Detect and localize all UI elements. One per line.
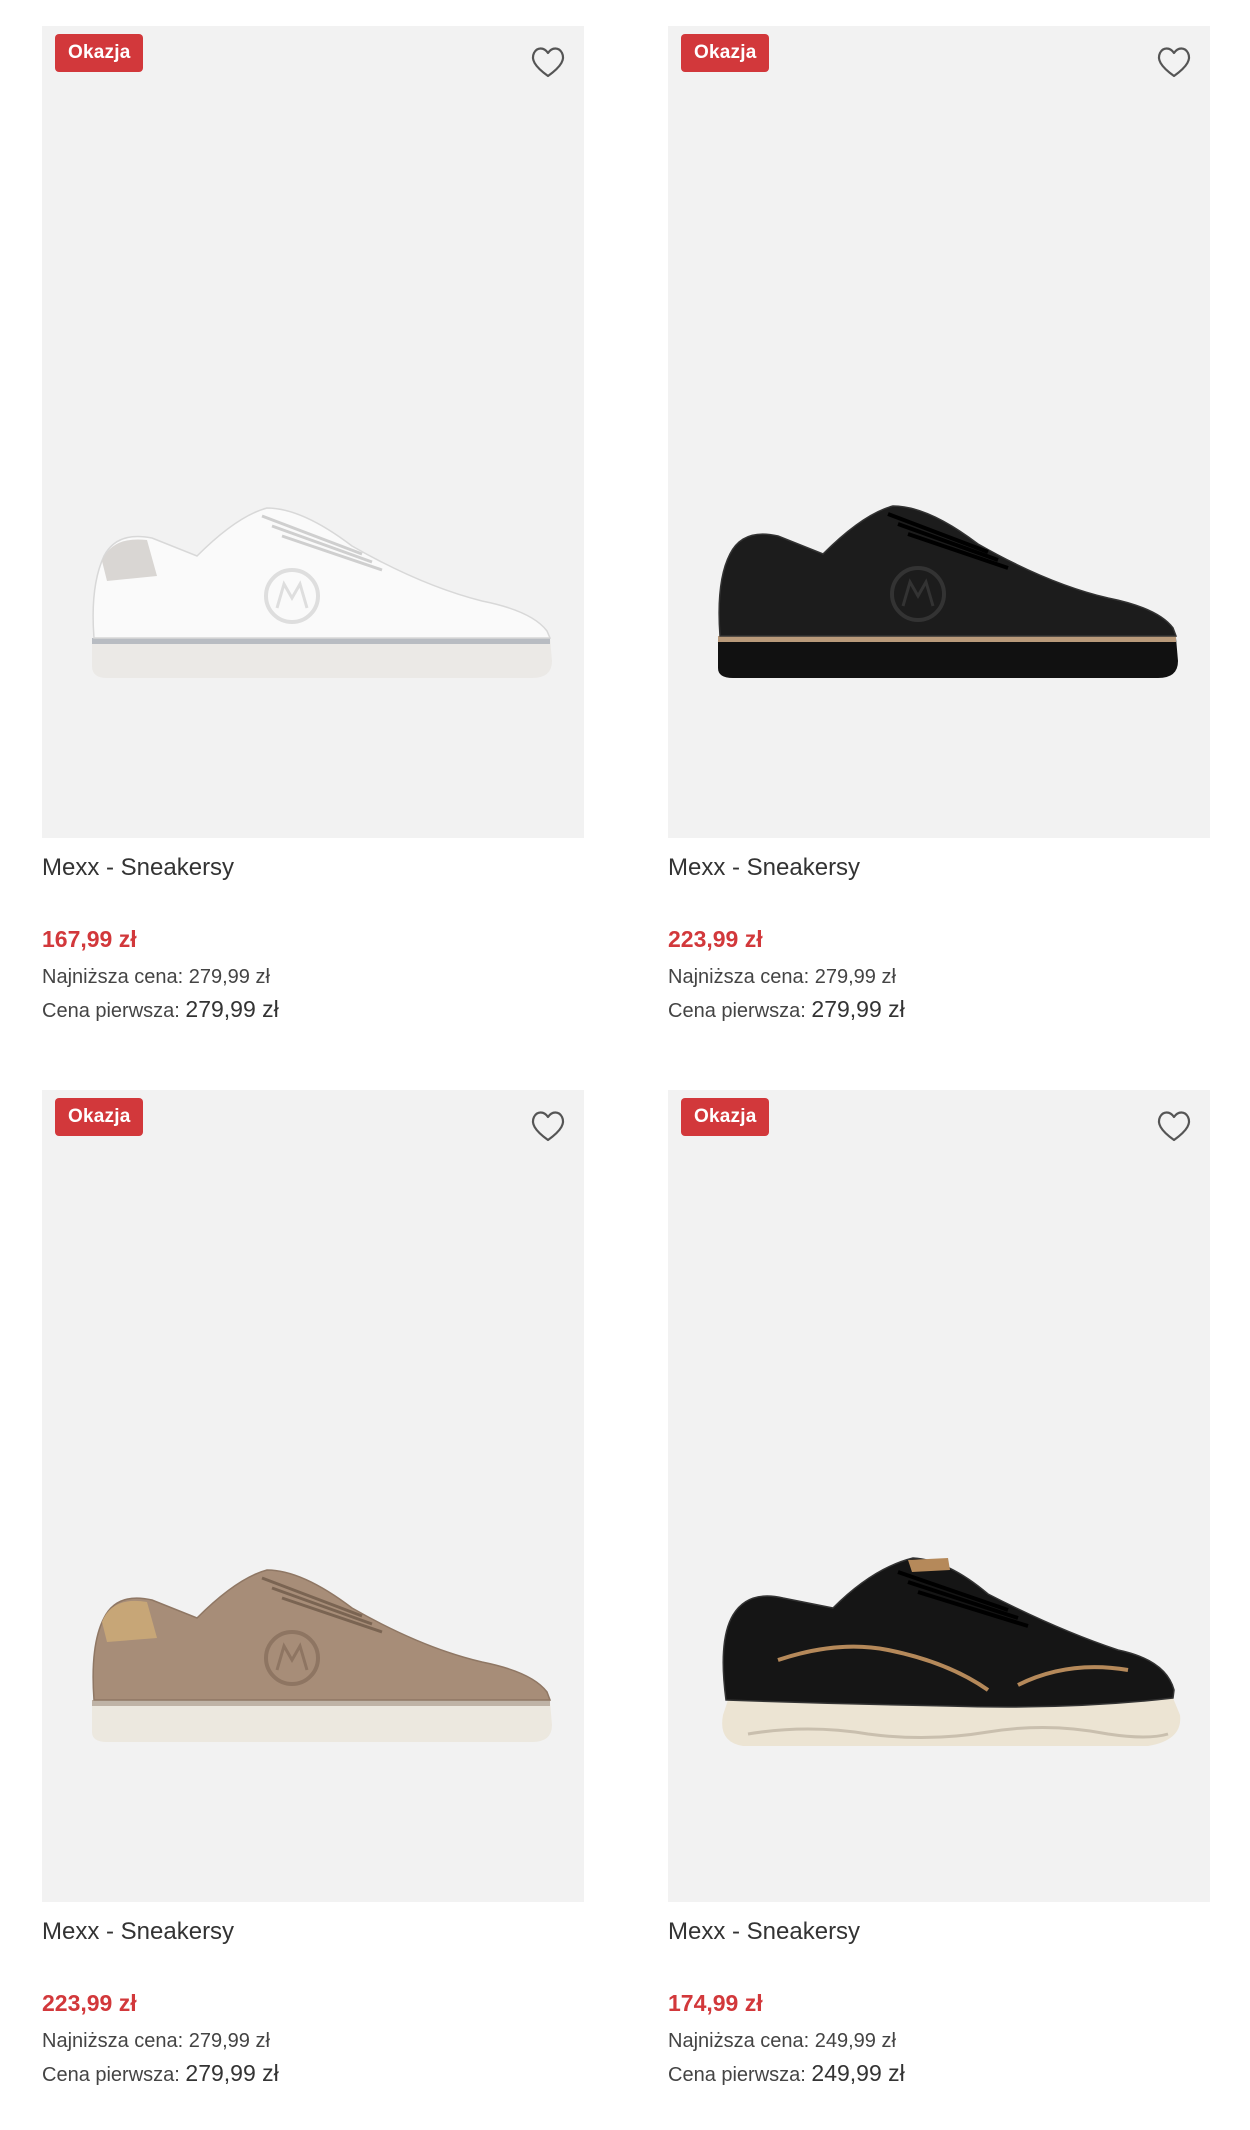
first-price-value: 279,99 zł: [185, 2060, 279, 2086]
first-price-line: Cena pierwsza: 279,99 zł: [42, 996, 279, 1023]
first-price-line: Cena pierwsza: 249,99 zł: [668, 2060, 905, 2087]
lowest-price-line: Najniższa cena: 279,99 zł: [42, 2030, 270, 2053]
wishlist-heart-icon[interactable]: [528, 42, 568, 82]
first-price-label: Cena pierwsza:: [668, 1000, 806, 1022]
product-card[interactable]: Okazja Mexx - Sneakersy 223,99 zł Najniż…: [668, 26, 1210, 1066]
lowest-price-label: Najniższa cena:: [668, 2030, 810, 2052]
sale-price: 223,99 zł: [668, 926, 763, 952]
lowest-price-line: Najniższa cena: 279,99 zł: [42, 966, 270, 989]
product-title[interactable]: Mexx - Sneakersy: [42, 854, 234, 882]
product-title[interactable]: Mexx - Sneakersy: [42, 1918, 234, 1946]
product-image[interactable]: [62, 1510, 562, 1760]
first-price-value: 249,99 zł: [811, 2060, 905, 2086]
sale-price: 174,99 zł: [668, 1990, 763, 2016]
product-title[interactable]: Mexx - Sneakersy: [668, 1918, 860, 1946]
first-price-value: 279,99 zł: [811, 996, 905, 1022]
first-price-label: Cena pierwsza:: [42, 1000, 180, 1022]
lowest-price-line: Najniższa cena: 279,99 zł: [668, 966, 896, 989]
sale-badge: Okazja: [55, 34, 144, 72]
sale-badge: Okazja: [681, 1098, 770, 1136]
first-price-value: 279,99 zł: [185, 996, 279, 1022]
sale-badge: Okazja: [55, 1098, 144, 1136]
sale-price: 167,99 zł: [42, 926, 137, 952]
product-grid: Okazja Mexx - Sneakersy 167,99 zł Najniż…: [0, 0, 1250, 2123]
wishlist-heart-icon[interactable]: [528, 1106, 568, 1146]
first-price-label: Cena pierwsza:: [668, 2064, 806, 2086]
product-image[interactable]: [62, 446, 562, 696]
product-card[interactable]: Okazja Mexx - Sneakersy 174,99 zł Najniż…: [668, 1090, 1210, 2130]
product-card[interactable]: Okazja Mexx - Sneakersy 167,99 zł Najniż…: [42, 26, 584, 1066]
first-price-label: Cena pierwsza:: [42, 2064, 180, 2086]
product-image[interactable]: [688, 1510, 1188, 1760]
sale-badge: Okazja: [681, 34, 770, 72]
lowest-price-label: Najniższa cena:: [42, 966, 184, 988]
product-title[interactable]: Mexx - Sneakersy: [668, 854, 860, 882]
product-image-area[interactable]: Okazja: [668, 26, 1210, 838]
first-price-line: Cena pierwsza: 279,99 zł: [42, 2060, 279, 2087]
product-image[interactable]: [688, 446, 1188, 696]
product-card[interactable]: Okazja Mexx - Sneakersy 223,99 zł Najniż…: [42, 1090, 584, 2130]
sale-price: 223,99 zł: [42, 1990, 137, 2016]
lowest-price-label: Najniższa cena:: [668, 966, 810, 988]
product-image-area[interactable]: Okazja: [668, 1090, 1210, 1902]
product-image-area[interactable]: Okazja: [42, 1090, 584, 1902]
product-image-area[interactable]: Okazja: [42, 26, 584, 838]
lowest-price-value: 279,99 zł: [188, 2030, 270, 2052]
lowest-price-label: Najniższa cena:: [42, 2030, 184, 2052]
lowest-price-line: Najniższa cena: 249,99 zł: [668, 2030, 896, 2053]
wishlist-heart-icon[interactable]: [1154, 1106, 1194, 1146]
lowest-price-value: 279,99 zł: [188, 966, 270, 988]
first-price-line: Cena pierwsza: 279,99 zł: [668, 996, 905, 1023]
lowest-price-value: 279,99 zł: [814, 966, 896, 988]
lowest-price-value: 249,99 zł: [814, 2030, 896, 2052]
wishlist-heart-icon[interactable]: [1154, 42, 1194, 82]
